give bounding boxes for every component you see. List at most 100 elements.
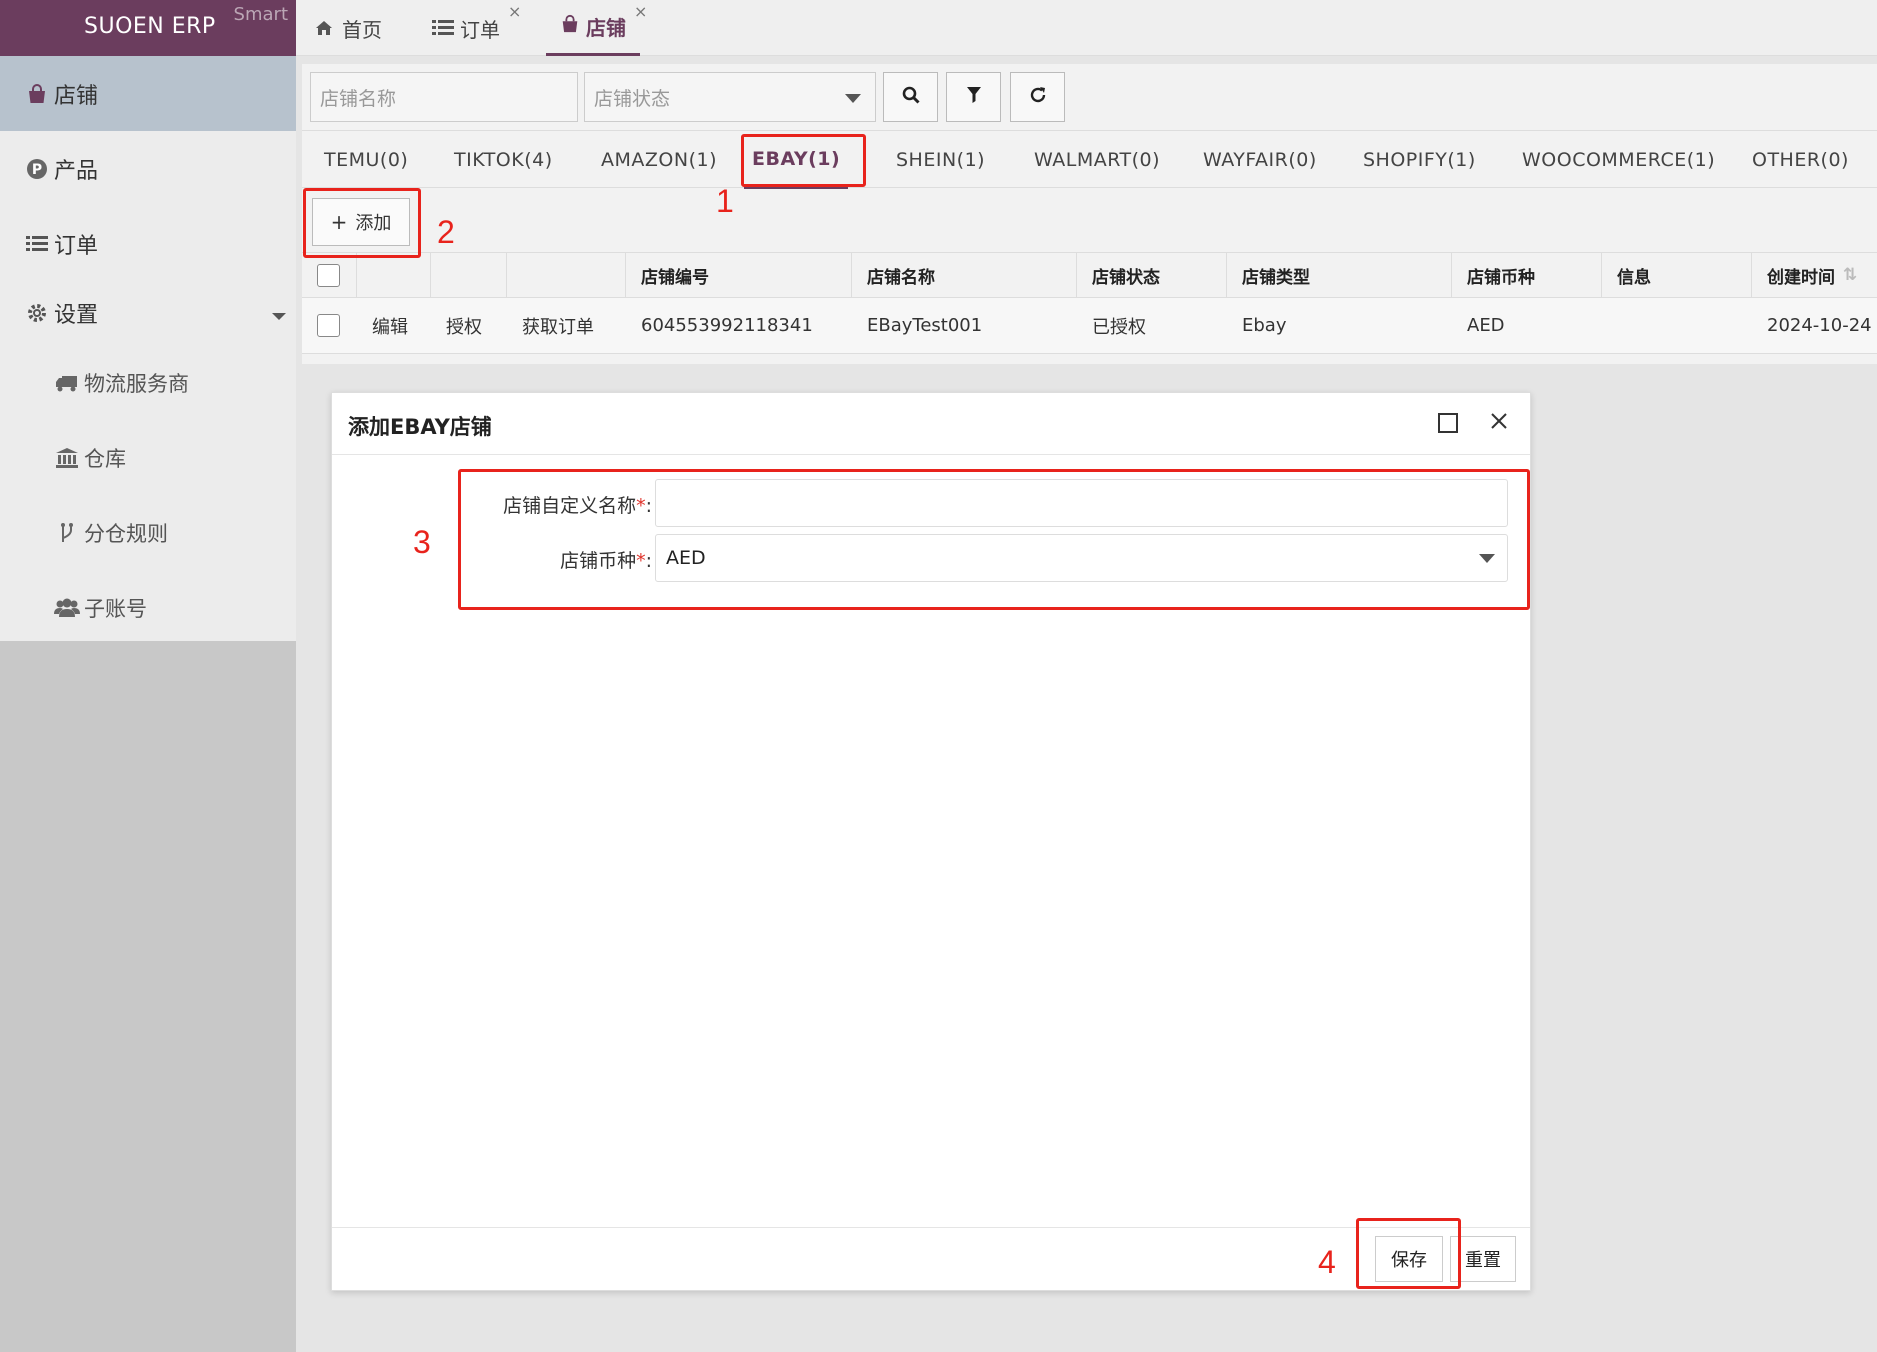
sidebar-item-sub-account[interactable]: 子账号	[0, 570, 296, 645]
sidebar-item-product[interactable]: P 产品	[0, 131, 296, 206]
header-store-name[interactable]: 店铺名称	[852, 253, 1077, 297]
table-row: 编辑 授权 获取订单 604553992118341 EBayTest001 已…	[302, 298, 1877, 354]
store-name-input[interactable]: 店铺名称	[310, 72, 578, 122]
sidebar-item-logistics[interactable]: 物流服务商	[0, 345, 296, 420]
tab-home[interactable]: 首页	[316, 0, 382, 56]
sidebar-item-store[interactable]: 店铺	[0, 56, 296, 131]
cell-created: 2024-10-24	[1767, 315, 1872, 336]
brand-header: SUOEN ERP Smart	[0, 0, 296, 56]
sidebar-item-settings[interactable]: 设置	[0, 281, 296, 345]
svg-text:P: P	[32, 162, 42, 178]
cell-type: Ebay	[1242, 315, 1287, 336]
tab-other[interactable]: OTHER(0)	[1752, 131, 1849, 189]
filter-button[interactable]	[946, 72, 1001, 122]
close-icon[interactable]	[1490, 407, 1508, 437]
sidebar-item-label: 物流服务商	[84, 371, 189, 396]
tab-woocommerce[interactable]: WOOCOMMERCE(1)	[1522, 131, 1715, 189]
row-checkbox[interactable]	[317, 314, 340, 337]
sidebar-item-warehouse[interactable]: 仓库	[0, 420, 296, 495]
annotation-number-3: 3	[413, 524, 431, 560]
product-p-icon: P	[24, 156, 50, 182]
app-name: SUOEN ERP	[84, 14, 216, 39]
sidebar-item-order[interactable]: 订单	[0, 206, 296, 281]
annotation-box-2	[303, 188, 421, 258]
users-icon	[54, 595, 80, 621]
annotation-number-1: 1	[716, 183, 734, 219]
filter-icon	[966, 87, 981, 107]
tab-amazon[interactable]: AMAZON(1)	[601, 131, 717, 189]
close-icon[interactable]: ×	[634, 2, 647, 21]
tab-label: 首页	[342, 17, 382, 42]
sidebar-item-label: 订单	[54, 233, 99, 259]
tab-temu[interactable]: TEMU(0)	[324, 131, 408, 189]
select-placeholder: 店铺状态	[594, 87, 671, 110]
search-icon	[902, 86, 920, 108]
sort-icon: ⇅	[1843, 265, 1858, 285]
annotation-box-1	[741, 134, 866, 187]
tab-walmart[interactable]: WALMART(0)	[1034, 131, 1160, 189]
home-icon	[316, 16, 332, 40]
header-currency[interactable]: 店铺币种	[1452, 253, 1602, 297]
header-select-all	[302, 253, 357, 297]
close-icon[interactable]: ×	[508, 2, 521, 21]
tab-store[interactable]: 店铺 ×	[546, 0, 647, 56]
row-select	[302, 298, 357, 353]
sidebar-item-label: 分仓规则	[84, 521, 168, 546]
cell-currency: AED	[1467, 315, 1505, 336]
tab-label: 店铺	[586, 16, 626, 40]
top-tab-bar: 首页 订单 × 店铺 ×	[296, 0, 1877, 56]
shopping-bag-icon	[24, 81, 50, 107]
maximize-icon[interactable]	[1438, 413, 1458, 433]
cell-info	[1602, 298, 1752, 353]
shopping-bag-icon	[560, 14, 580, 39]
header-created[interactable]: 创建时间 ⇅	[1752, 253, 1877, 297]
search-row: 店铺名称 店铺状态	[302, 64, 1877, 130]
warehouse-icon	[54, 445, 80, 471]
fetch-orders-link[interactable]: 获取订单	[507, 298, 626, 353]
sidebar-menu: 店铺 P 产品 订单 设置 物流服务商 仓库 分仓规则 子账号	[0, 56, 296, 641]
header-action-fetch	[507, 253, 626, 297]
store-status-select[interactable]: 店铺状态	[584, 72, 876, 122]
annotation-box-3	[458, 469, 1530, 610]
chevron-down-icon	[845, 94, 861, 103]
dialog-header: 添加EBAY店铺	[332, 393, 1530, 455]
store-panel: 店铺名称 店铺状态 TEMU(0) TIKTOK(4) AMAZON(1) EB…	[302, 64, 1877, 364]
platform-tabs: TEMU(0) TIKTOK(4) AMAZON(1) EBAY(1) SHEI…	[302, 130, 1877, 189]
tab-label: 订单	[460, 17, 500, 42]
tab-wayfair[interactable]: WAYFAIR(0)	[1203, 131, 1317, 189]
branch-icon	[54, 520, 80, 546]
list-icon	[432, 16, 454, 40]
authorize-link[interactable]: 授权	[431, 298, 507, 353]
list-icon	[24, 231, 50, 257]
sidebar-item-split-rule[interactable]: 分仓规则	[0, 495, 296, 570]
dialog-footer: 保存 重置	[332, 1227, 1530, 1290]
tab-tiktok[interactable]: TIKTOK(4)	[454, 131, 553, 189]
gear-icon	[24, 300, 50, 326]
header-created-label: 创建时间	[1767, 267, 1835, 288]
header-store-id[interactable]: 店铺编号	[626, 253, 852, 297]
annotation-box-4	[1356, 1218, 1461, 1289]
sidebar-item-label: 设置	[54, 303, 99, 328]
header-status[interactable]: 店铺状态	[1077, 253, 1227, 297]
sidebar-item-label: 仓库	[84, 446, 126, 471]
tab-shein[interactable]: SHEIN(1)	[896, 131, 985, 189]
refresh-icon	[1029, 86, 1047, 108]
app-edition: Smart	[233, 4, 288, 25]
refresh-button[interactable]	[1010, 72, 1065, 122]
header-action-auth	[431, 253, 507, 297]
dialog-title: 添加EBAY店铺	[348, 415, 492, 439]
header-info[interactable]: 信息	[1602, 253, 1752, 297]
sidebar-item-label: 子账号	[84, 596, 147, 621]
tab-shopify[interactable]: SHOPIFY(1)	[1363, 131, 1476, 189]
select-all-checkbox[interactable]	[317, 263, 340, 287]
store-table: 店铺编号 店铺名称 店铺状态 店铺类型 店铺币种 信息 创建时间 ⇅ 编辑 授权…	[302, 252, 1877, 354]
cell-store-id: 604553992118341	[641, 315, 813, 336]
table-header: 店铺编号 店铺名称 店铺状态 店铺类型 店铺币种 信息 创建时间 ⇅	[302, 252, 1877, 298]
sidebar: SUOEN ERP Smart 店铺 P 产品 订单 设置 物流服务商 仓库 分…	[0, 0, 296, 1352]
tab-order[interactable]: 订单 ×	[432, 0, 521, 56]
cell-status: 已授权	[1092, 316, 1146, 338]
annotation-number-4: 4	[1318, 1244, 1336, 1280]
edit-link[interactable]: 编辑	[357, 298, 431, 353]
header-type[interactable]: 店铺类型	[1227, 253, 1452, 297]
search-button[interactable]	[883, 72, 938, 122]
